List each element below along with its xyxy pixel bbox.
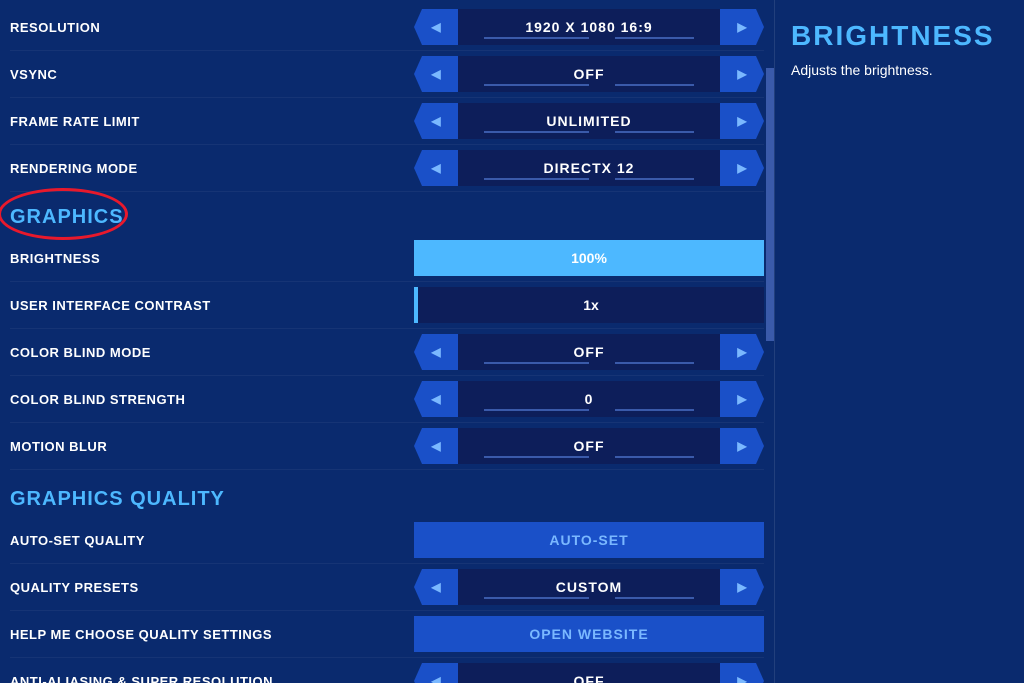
- help-choose-quality-row: HELP ME CHOOSE QUALITY SETTINGS OPEN WEB…: [10, 611, 764, 658]
- color-blind-mode-row: COLOR BLIND MODE OFF: [10, 329, 764, 376]
- resolution-value: 1920 X 1080 16:9: [458, 9, 720, 45]
- rendering-mode-right-arrow[interactable]: [720, 150, 764, 186]
- color-blind-strength-right-arrow[interactable]: [720, 381, 764, 417]
- anti-aliasing-right-chevron: [737, 672, 746, 683]
- anti-aliasing-control: OFF: [414, 663, 764, 683]
- resolution-left-arrow[interactable]: [414, 9, 458, 45]
- frame-rate-control: UNLIMITED: [414, 103, 764, 139]
- vsync-value: OFF: [458, 56, 720, 92]
- motion-blur-control: OFF: [414, 428, 764, 464]
- anti-aliasing-value: OFF: [458, 663, 720, 683]
- resolution-control: 1920 X 1080 16:9: [414, 9, 764, 45]
- vsync-label: VSYNC: [10, 67, 370, 82]
- brightness-row: BRIGHTNESS 100%: [10, 235, 764, 282]
- graphics-header-row: GRAPHICS: [10, 192, 764, 235]
- open-website-button[interactable]: OPEN WEBSITE: [414, 616, 764, 652]
- vsync-row: VSYNC OFF: [10, 51, 764, 98]
- color-blind-mode-right-chevron: [737, 343, 746, 361]
- sidebar-description: Adjusts the brightness.: [791, 62, 1008, 78]
- rendering-mode-row: RENDERING MODE DIRECTX 12: [10, 145, 764, 192]
- motion-blur-value: OFF: [458, 428, 720, 464]
- brightness-value: 100%: [414, 240, 764, 276]
- settings-panel: RESOLUTION 1920 X 1080 16:9 VSYNC OFF FR…: [0, 0, 774, 683]
- quality-presets-right-chevron: [737, 578, 746, 596]
- quality-presets-left-chevron: [431, 578, 440, 596]
- anti-aliasing-row: ANTI-ALIASING & SUPER RESOLUTION OFF: [10, 658, 764, 683]
- frame-rate-left-arrow[interactable]: [414, 103, 458, 139]
- frame-rate-value: UNLIMITED: [458, 103, 720, 139]
- resolution-right-arrow[interactable]: [720, 9, 764, 45]
- graphics-section-header: GRAPHICS: [10, 196, 124, 233]
- anti-aliasing-left-arrow[interactable]: [414, 663, 458, 683]
- motion-blur-right-chevron: [737, 437, 746, 455]
- color-blind-mode-control: OFF: [414, 334, 764, 370]
- rendering-mode-value: DIRECTX 12: [458, 150, 720, 186]
- motion-blur-left-chevron: [431, 437, 440, 455]
- color-blind-mode-value: OFF: [458, 334, 720, 370]
- vsync-control: OFF: [414, 56, 764, 92]
- ui-contrast-row: USER INTERFACE CONTRAST 1x: [10, 282, 764, 329]
- ui-contrast-label: USER INTERFACE CONTRAST: [10, 298, 370, 313]
- vsync-left-arrow[interactable]: [414, 56, 458, 92]
- auto-set-quality-button[interactable]: AUTO-SET: [414, 522, 764, 558]
- frame-rate-limit-label: FRAME RATE LIMIT: [10, 114, 370, 129]
- rendering-mode-left-arrow[interactable]: [414, 150, 458, 186]
- vsync-right-arrow[interactable]: [720, 56, 764, 92]
- scrollbar-thumb[interactable]: [766, 68, 774, 341]
- vsync-right-chevron: [737, 65, 746, 83]
- motion-blur-left-arrow[interactable]: [414, 428, 458, 464]
- color-blind-mode-label: COLOR BLIND MODE: [10, 345, 370, 360]
- rendering-mode-left-chevron: [431, 159, 440, 177]
- frame-rate-right-chevron: [737, 112, 746, 130]
- frame-rate-right-arrow[interactable]: [720, 103, 764, 139]
- color-blind-strength-label: COLOR BLIND STRENGTH: [10, 392, 370, 407]
- sidebar-title: BRIGHTNESS: [791, 20, 1008, 52]
- graphics-header-container: GRAPHICS: [10, 196, 124, 233]
- color-blind-strength-row: COLOR BLIND STRENGTH 0: [10, 376, 764, 423]
- scrollbar[interactable]: [766, 0, 774, 683]
- graphics-quality-header-row: GRAPHICS QUALITY: [10, 470, 764, 517]
- frame-rate-limit-row: FRAME RATE LIMIT UNLIMITED: [10, 98, 764, 145]
- color-blind-strength-value: 0: [458, 381, 720, 417]
- quality-presets-label: QUALITY PRESETS: [10, 580, 370, 595]
- rendering-mode-right-chevron: [737, 159, 746, 177]
- ui-contrast-control[interactable]: 1x: [414, 287, 764, 323]
- help-choose-quality-label: HELP ME CHOOSE QUALITY SETTINGS: [10, 627, 370, 642]
- rendering-mode-label: RENDERING MODE: [10, 161, 370, 176]
- graphics-quality-section-header: GRAPHICS QUALITY: [10, 478, 225, 515]
- brightness-control[interactable]: 100%: [414, 240, 764, 276]
- resolution-right-chevron: [737, 18, 746, 36]
- quality-presets-right-arrow[interactable]: [720, 569, 764, 605]
- rendering-mode-control: DIRECTX 12: [414, 150, 764, 186]
- anti-aliasing-label: ANTI-ALIASING & SUPER RESOLUTION: [10, 674, 370, 683]
- vsync-left-chevron: [431, 65, 440, 83]
- color-blind-strength-left-arrow[interactable]: [414, 381, 458, 417]
- ui-contrast-value: 1x: [583, 297, 599, 313]
- resolution-row: RESOLUTION 1920 X 1080 16:9: [10, 4, 764, 51]
- color-blind-strength-left-chevron: [431, 390, 440, 408]
- color-blind-mode-left-arrow[interactable]: [414, 334, 458, 370]
- quality-presets-control: CUSTOM: [414, 569, 764, 605]
- color-blind-mode-left-chevron: [431, 343, 440, 361]
- auto-set-quality-row: AUTO-SET QUALITY AUTO-SET: [10, 517, 764, 564]
- color-blind-mode-right-arrow[interactable]: [720, 334, 764, 370]
- quality-presets-left-arrow[interactable]: [414, 569, 458, 605]
- motion-blur-right-arrow[interactable]: [720, 428, 764, 464]
- frame-rate-left-chevron: [431, 112, 440, 130]
- info-sidebar: BRIGHTNESS Adjusts the brightness.: [774, 0, 1024, 683]
- anti-aliasing-left-chevron: [431, 672, 440, 683]
- settings-list: RESOLUTION 1920 X 1080 16:9 VSYNC OFF FR…: [0, 0, 774, 683]
- motion-blur-row: MOTION BLUR OFF: [10, 423, 764, 470]
- brightness-label: BRIGHTNESS: [10, 251, 370, 266]
- motion-blur-label: MOTION BLUR: [10, 439, 370, 454]
- color-blind-strength-control: 0: [414, 381, 764, 417]
- quality-presets-value: CUSTOM: [458, 569, 720, 605]
- resolution-left-chevron: [431, 18, 440, 36]
- auto-set-quality-label: AUTO-SET QUALITY: [10, 533, 370, 548]
- quality-presets-row: QUALITY PRESETS CUSTOM: [10, 564, 764, 611]
- anti-aliasing-right-arrow[interactable]: [720, 663, 764, 683]
- color-blind-strength-right-chevron: [737, 390, 746, 408]
- resolution-label: RESOLUTION: [10, 20, 370, 35]
